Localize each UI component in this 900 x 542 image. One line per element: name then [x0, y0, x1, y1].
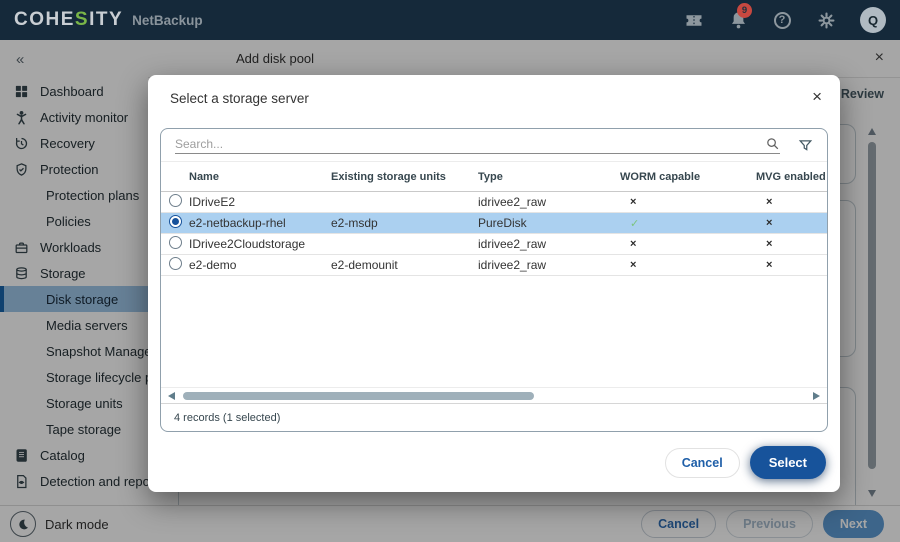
table-row[interactable]: IDriveE2 idrivee2_raw × ×	[161, 192, 827, 213]
app-header: COHESITY NetBackup 9 ? Q	[0, 0, 900, 40]
dialog-close-icon[interactable]: ×	[812, 87, 822, 107]
settings-gear-icon[interactable]	[816, 10, 836, 30]
logo-part: COHE	[14, 9, 75, 30]
search-input[interactable]	[175, 137, 765, 151]
cell-name: IDrivee2Cloudstorage	[189, 237, 331, 251]
notification-badge: 9	[737, 3, 752, 18]
row-radio[interactable]	[169, 194, 182, 207]
cell-worm-capable: ×	[630, 238, 756, 250]
storage-server-table: Name Existing storage units Type WORM ca…	[160, 128, 828, 432]
scrollbar-track[interactable]	[181, 392, 807, 400]
search-field[interactable]	[175, 136, 780, 154]
cell-worm-capable: ✓	[630, 217, 756, 230]
logo-part: ITY	[89, 9, 123, 30]
cell-existing-units: e2-msdp	[331, 216, 478, 230]
cell-name: IDriveE2	[189, 195, 331, 209]
user-avatar[interactable]: Q	[860, 7, 886, 33]
dialog-title: Select a storage server	[170, 91, 309, 106]
cell-worm-capable: ×	[630, 259, 756, 271]
cell-existing-units: e2-demounit	[331, 258, 478, 272]
cell-worm-capable: ×	[630, 196, 756, 208]
cell-type: idrivee2_raw	[478, 258, 620, 272]
search-icon[interactable]	[765, 136, 780, 151]
table-row-selected[interactable]: e2-netbackup-rhel e2-msdp PureDisk ✓ ×	[161, 213, 827, 234]
product-name: NetBackup	[132, 13, 203, 28]
column-header-type[interactable]: Type	[478, 171, 620, 183]
cell-name: e2-demo	[189, 258, 331, 272]
scroll-left-arrow[interactable]	[168, 392, 175, 400]
cohesity-logo: COHESITY	[14, 9, 123, 31]
dialog-cancel-button[interactable]: Cancel	[665, 448, 740, 478]
dialog-select-button[interactable]: Select	[750, 446, 826, 479]
row-radio[interactable]	[169, 257, 182, 270]
notifications-bell-icon[interactable]: 9	[728, 10, 748, 30]
cell-mvg-enabled: ×	[766, 259, 827, 271]
brand: COHESITY NetBackup	[14, 9, 203, 31]
help-glyph: ?	[774, 12, 791, 29]
cell-mvg-enabled: ×	[766, 238, 827, 250]
header-icons: 9 ? Q	[684, 7, 886, 33]
cell-mvg-enabled: ×	[766, 196, 827, 208]
column-header-existing-units[interactable]: Existing storage units	[331, 171, 478, 183]
cell-mvg-enabled: ×	[766, 217, 827, 229]
cell-type: PureDisk	[478, 216, 620, 230]
column-header-name[interactable]: Name	[189, 171, 331, 183]
horizontal-scrollbar[interactable]	[161, 387, 827, 403]
table-header-row: Name Existing storage units Type WORM ca…	[161, 162, 827, 192]
table-row[interactable]: e2-demo e2-demounit idrivee2_raw × ×	[161, 255, 827, 276]
column-header-mvg[interactable]: MVG enabled	[756, 171, 827, 183]
scrollbar-thumb[interactable]	[183, 392, 534, 400]
cell-name: e2-netbackup-rhel	[189, 216, 331, 230]
logo-green-s: S	[75, 9, 89, 30]
help-icon[interactable]: ?	[772, 10, 792, 30]
table-row[interactable]: IDrivee2Cloudstorage idrivee2_raw × ×	[161, 234, 827, 255]
row-radio-checked[interactable]	[169, 215, 182, 228]
table-empty-space	[161, 276, 827, 387]
column-header-worm[interactable]: WORM capable	[620, 171, 756, 183]
select-storage-server-dialog: Select a storage server × Name Existing …	[148, 75, 840, 492]
cell-type: idrivee2_raw	[478, 195, 620, 209]
cell-type: idrivee2_raw	[478, 237, 620, 251]
dialog-footer: Cancel Select	[665, 446, 826, 479]
records-status: 4 records (1 selected)	[161, 403, 827, 431]
table-search-row	[161, 129, 827, 162]
scroll-right-arrow[interactable]	[813, 392, 820, 400]
filter-funnel-icon[interactable]	[798, 138, 813, 153]
netbackup-screen: COHESITY NetBackup 9 ? Q « Das	[0, 0, 900, 542]
ticket-icon[interactable]	[684, 10, 704, 30]
row-radio[interactable]	[169, 236, 182, 249]
